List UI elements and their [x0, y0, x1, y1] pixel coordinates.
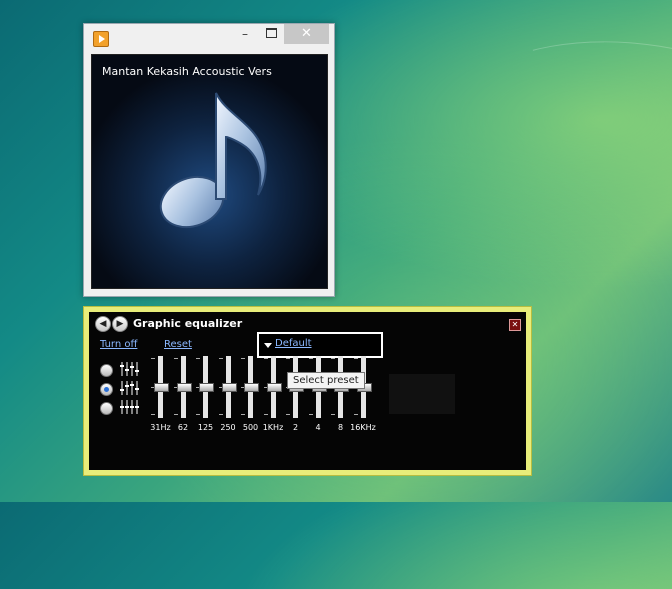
close-button[interactable]: ✕ [284, 24, 329, 44]
eq-band-thumb[interactable] [244, 383, 259, 392]
reset-link[interactable]: Reset [164, 339, 192, 350]
eq-band-tick [196, 358, 200, 359]
eq-band-tick [353, 414, 358, 415]
mode-radio-independent[interactable] [100, 364, 113, 377]
eq-band-tick [218, 358, 223, 359]
eq-band-label: 4 [315, 423, 321, 432]
eq-band-label: 62 [177, 423, 189, 432]
eq-band-label: 8 [337, 423, 344, 432]
eq-band-thumb[interactable] [176, 383, 192, 392]
equalizer-side-panel [389, 374, 455, 414]
eq-band-thumb[interactable] [199, 383, 214, 392]
mode-radio-curve[interactable] [100, 383, 113, 396]
eq-band-tick [196, 414, 200, 415]
eq-band-tick [151, 414, 155, 415]
eq-band-label: 500 [242, 423, 259, 432]
next-button[interactable]: ▶ [112, 316, 128, 332]
eq-band-label: 125 [197, 423, 214, 432]
eq-band-tick [173, 414, 178, 415]
eq-band-tick [308, 358, 313, 359]
preset-tooltip: Select preset [287, 372, 365, 389]
eq-band-tick [263, 358, 268, 359]
preset-value: Default [275, 338, 312, 349]
previous-button[interactable]: ◀ [95, 316, 111, 332]
eq-band-tick [263, 414, 268, 415]
eq-band-tick [151, 358, 155, 359]
eq-band-label: 31Hz [150, 423, 171, 432]
eq-band-tick [331, 414, 335, 415]
maximize-icon [265, 28, 277, 38]
media-player-window[interactable]: – ✕ Mantan Kekasih Accoustic Vers [83, 23, 335, 297]
equalizer-panel: ◀ ▶ Graphic equalizer ✕ Turn off Reset D… [89, 312, 526, 470]
eq-band-label: 2 [292, 423, 299, 432]
graphic-equalizer-window[interactable]: ◀ ▶ Graphic equalizer ✕ Turn off Reset D… [83, 306, 532, 476]
music-note-icon [159, 92, 267, 229]
preset-dropdown[interactable]: Default [257, 332, 383, 358]
dropdown-arrow-icon [264, 343, 272, 348]
eq-band-tick [173, 358, 178, 359]
turn-off-link[interactable]: Turn off [100, 339, 137, 350]
eq-band-tick [286, 414, 290, 415]
eq-band-tick [241, 414, 245, 415]
equalizer-close-button[interactable]: ✕ [509, 319, 521, 331]
album-artwork: Mantan Kekasih Accoustic Vers [91, 54, 328, 289]
eq-band-thumb[interactable] [266, 383, 282, 392]
eq-band-label: 16KHz [350, 423, 376, 432]
eq-band-tick [353, 358, 358, 359]
maximize-button[interactable] [258, 24, 284, 44]
eq-band-tick [308, 414, 313, 415]
sliders-curve-icon [120, 381, 139, 395]
mode-radio-flat[interactable] [100, 402, 113, 415]
eq-band-tick [241, 358, 245, 359]
track-title: Mantan Kekasih Accoustic Vers [102, 65, 272, 78]
eq-band-tick [331, 358, 335, 359]
eq-band-thumb[interactable] [221, 383, 237, 392]
equalizer-title: Graphic equalizer [133, 317, 243, 330]
eq-band-tick [218, 414, 223, 415]
sliders-flat-icon [120, 400, 139, 414]
media-player-icon [93, 31, 109, 47]
eq-band-tick [286, 358, 290, 359]
eq-band-thumb[interactable] [154, 383, 169, 392]
player-titlebar[interactable]: – ✕ [84, 24, 334, 52]
minimize-button[interactable]: – [232, 24, 258, 44]
eq-band-label: 250 [220, 423, 236, 432]
eq-band-label: 1KHz [262, 423, 284, 432]
sliders-independent-icon [120, 362, 139, 376]
